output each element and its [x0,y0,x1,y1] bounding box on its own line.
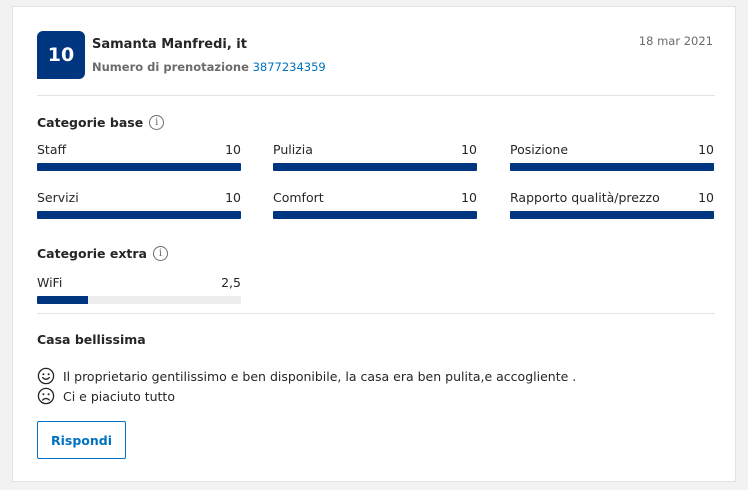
score-bar [510,163,714,171]
score-bar [510,211,714,219]
section-divider [37,313,715,314]
review-title: Casa bellissima [37,332,146,347]
smile-face-icon [37,367,55,385]
score-bar-fill [273,163,477,171]
negative-comment: Ci e piaciuto tutto [37,387,175,405]
review-card: 10 Samanta Manfredi, it Numero di prenot… [12,6,736,482]
category-rapporto-qualita-prezzo: Rapporto qualità/prezzo 10 [510,189,714,219]
negative-comment-text: Ci e piaciuto tutto [63,388,175,404]
booking-info: Numero di prenotazione 3877234359 [92,60,326,74]
category-label: Staff [37,142,67,157]
category-label: Posizione [510,142,569,157]
category-wifi: WiFi 2,5 [37,274,241,304]
score-bar-fill [510,163,714,171]
extra-categories-title: Categorie extra i [37,246,168,261]
category-score: 10 [461,142,477,157]
score-bar [273,211,477,219]
score-bar-fill [37,296,88,304]
base-categories-title: Categorie base i [37,115,165,130]
sad-face-icon [37,387,55,405]
category-label: Comfort [273,190,324,205]
review-date: 18 mar 2021 [638,34,713,48]
category-posizione: Posizione 10 [510,141,714,171]
score-bar-fill [273,211,477,219]
info-icon[interactable]: i [153,246,168,261]
score-bar-fill [37,163,241,171]
category-score: 2,5 [221,275,241,290]
category-score: 10 [225,190,241,205]
category-label: Rapporto qualità/prezzo [510,190,660,205]
score-bar [37,211,241,219]
score-badge: 10 [37,31,85,79]
category-score: 10 [225,142,241,157]
reviewer-name: Samanta Manfredi, it [92,37,247,52]
category-servizi: Servizi 10 [37,189,241,219]
reply-button[interactable]: Rispondi [37,421,126,459]
score-bar-fill [510,211,714,219]
positive-comment-text: Il proprietario gentilissimo e ben dispo… [63,368,577,384]
score-bar [273,163,477,171]
score-bar-fill [37,211,241,219]
category-label: Pulizia [273,142,313,157]
header-divider [37,95,715,96]
category-staff: Staff 10 [37,141,241,171]
score-bar [37,163,241,171]
category-score: 10 [698,190,714,205]
extra-categories-title-text: Categorie extra [37,246,147,261]
positive-comment: Il proprietario gentilissimo e ben dispo… [37,367,576,385]
category-pulizia: Pulizia 10 [273,141,477,171]
score-bar [37,296,241,304]
category-score: 10 [461,190,477,205]
category-label: Servizi [37,190,79,205]
booking-number-label: Numero di prenotazione [92,60,249,74]
booking-number-link[interactable]: 3877234359 [253,60,326,74]
base-categories-title-text: Categorie base [37,115,144,130]
score-value: 10 [47,44,75,66]
category-label: WiFi [37,275,63,290]
category-comfort: Comfort 10 [273,189,477,219]
category-score: 10 [698,142,714,157]
info-icon[interactable]: i [149,115,165,130]
